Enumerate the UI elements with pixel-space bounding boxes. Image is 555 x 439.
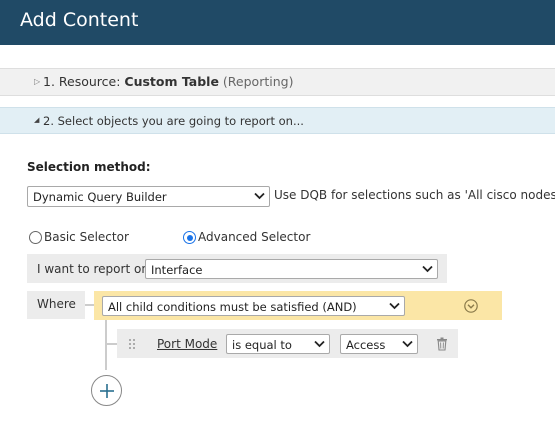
value-dropdown[interactable]: Access bbox=[340, 334, 418, 354]
drag-handle-icon[interactable] bbox=[128, 338, 136, 350]
section-select-objects-label: 2. Select objects you are going to repor… bbox=[43, 114, 304, 128]
plus-icon bbox=[100, 384, 114, 398]
dialog-title: Add Content bbox=[20, 9, 139, 31]
chevron-down-icon bbox=[314, 340, 325, 348]
chevron-down-icon bbox=[254, 192, 265, 200]
where-label: Where bbox=[37, 297, 76, 311]
add-condition-button[interactable] bbox=[91, 375, 122, 406]
radio-unchecked-icon bbox=[29, 231, 42, 244]
section-select-objects[interactable]: ◢ 2. Select objects you are going to rep… bbox=[0, 107, 555, 134]
operator-dropdown[interactable]: is equal to bbox=[226, 334, 330, 354]
title-bar: Add Content bbox=[0, 0, 555, 45]
chevron-down-icon bbox=[389, 302, 400, 310]
chevron-down-icon bbox=[422, 265, 433, 273]
section-resource[interactable]: ▷ 1. Resource: Custom Table (Reporting) bbox=[0, 68, 555, 96]
expand-arrow-icon: ▷ bbox=[34, 77, 41, 86]
tree-connector-horizontal bbox=[107, 343, 117, 345]
radio-checked-icon bbox=[183, 231, 196, 244]
where-label-box: Where bbox=[27, 291, 85, 319]
trash-icon[interactable] bbox=[436, 337, 448, 351]
selection-method-label: Selection method: bbox=[27, 160, 151, 174]
report-on-dropdown[interactable]: Interface bbox=[145, 259, 438, 279]
chevron-circle-down-icon[interactable] bbox=[464, 299, 478, 313]
selection-method-hint: Use DQB for selections such as 'All cisc… bbox=[274, 188, 555, 202]
condition-group-dropdown[interactable]: All child conditions must be satisfied (… bbox=[102, 296, 405, 316]
collapse-arrow-icon: ◢ bbox=[34, 116, 40, 124]
report-on-label: I want to report on bbox=[37, 262, 149, 276]
chevron-down-icon bbox=[402, 340, 413, 348]
tree-connector-vertical bbox=[105, 320, 107, 370]
condition-field-link[interactable]: Port Mode bbox=[157, 337, 217, 351]
selection-method-dropdown[interactable]: Dynamic Query Builder bbox=[27, 186, 270, 207]
section-resource-label: 1. Resource: Custom Table (Reporting) bbox=[43, 74, 294, 89]
